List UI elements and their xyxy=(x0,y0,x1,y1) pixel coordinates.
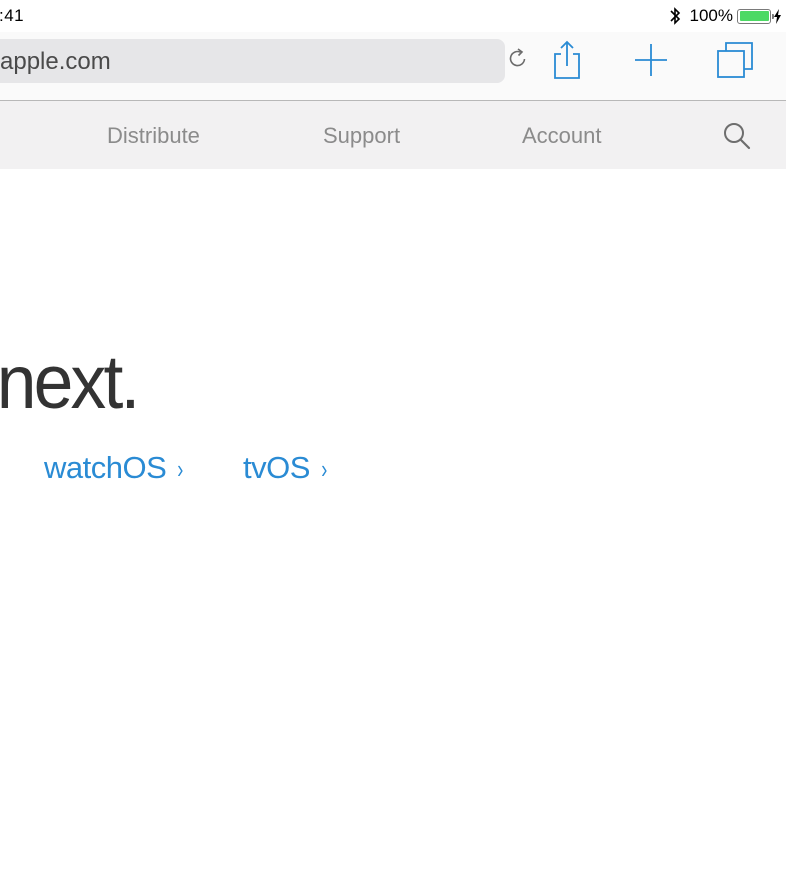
status-bar: :41 100% xyxy=(0,0,786,32)
share-icon xyxy=(554,40,580,79)
tabs-icon xyxy=(717,42,753,78)
nav-item-support[interactable]: Support xyxy=(323,123,400,149)
tvos-link-label: tvOS xyxy=(243,450,310,485)
nav-item-account[interactable]: Account xyxy=(522,123,602,149)
battery-level xyxy=(739,11,769,21)
lightning-bolt-icon xyxy=(774,8,781,24)
watchos-link-label: watchOS xyxy=(44,450,167,485)
show-tabs-button[interactable] xyxy=(713,36,757,84)
address-bar-url: apple.com xyxy=(0,48,111,75)
new-tab-button[interactable] xyxy=(629,36,673,84)
address-bar[interactable]: apple.com xyxy=(0,39,505,83)
chevron-right-icon: › xyxy=(321,454,327,484)
plus-icon xyxy=(635,44,667,76)
battery-percent: 100% xyxy=(689,6,733,25)
tvos-link[interactable]: tvOS › xyxy=(243,450,328,486)
chevron-right-icon: › xyxy=(177,454,184,484)
battery-icon xyxy=(737,8,774,24)
site-navigation: Distribute Support Account xyxy=(0,101,786,169)
bluetooth-icon xyxy=(669,7,680,25)
safari-page: :41 100% apple.com Distribute Support Ac… xyxy=(0,0,786,896)
share-button[interactable] xyxy=(545,36,589,84)
reload-icon[interactable] xyxy=(506,46,530,70)
browser-toolbar: apple.com xyxy=(0,32,786,100)
status-indicators: 100% xyxy=(668,5,786,27)
nav-item-distribute[interactable]: Distribute xyxy=(107,123,200,149)
hero-headline: t’s next. xyxy=(0,340,140,425)
watchos-link[interactable]: watchOS › xyxy=(44,450,184,486)
search-icon[interactable] xyxy=(722,121,752,151)
status-time: :41 xyxy=(0,6,25,25)
